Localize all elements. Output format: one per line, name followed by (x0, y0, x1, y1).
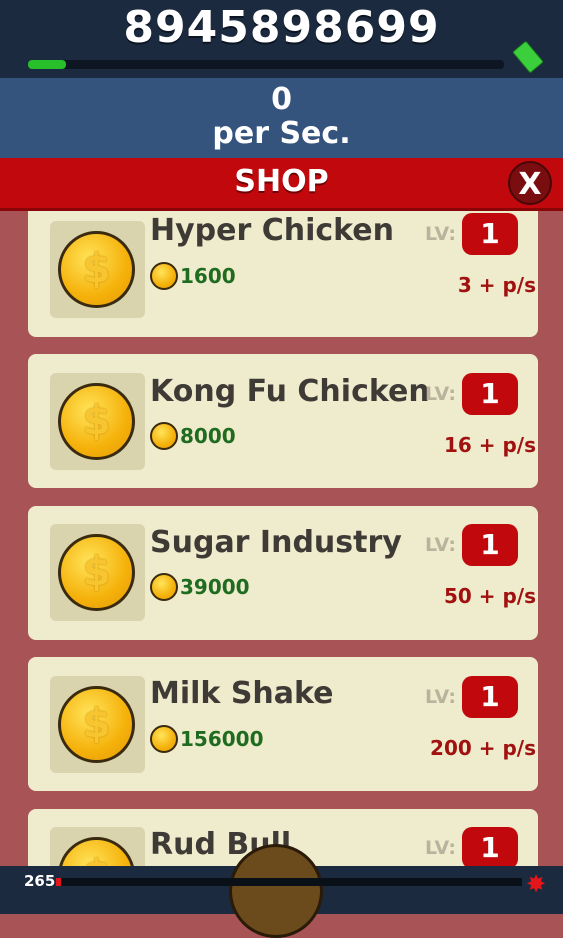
bottom-bar: 265 ✸ (0, 844, 563, 938)
enemy-count: 265 (24, 872, 56, 890)
level-label: LV: (425, 837, 456, 859)
coin-icon: $ (58, 686, 135, 763)
coin-icon (150, 725, 178, 753)
shop-list[interactable]: $ Hyper Chicken 1600 LV: 1 3 + p/s $ Kon… (0, 211, 563, 866)
coin-icon (150, 422, 178, 450)
rate-value: 0 (271, 82, 292, 117)
level-badge[interactable]: 1 (462, 676, 518, 718)
level-badge[interactable]: 1 (462, 524, 518, 566)
coin-icon (150, 262, 178, 290)
money-counter: 8945898699 (123, 2, 440, 53)
coin-icon: $ (58, 534, 135, 611)
item-name: Kong Fu Chicken (150, 374, 430, 409)
rate-panel: 0 per Sec. (0, 78, 563, 158)
shop-item[interactable]: $ Sugar Industry 39000 LV: 1 50 + p/s (28, 506, 538, 640)
shop-item[interactable]: $ Kong Fu Chicken 8000 LV: 1 16 + p/s (28, 354, 538, 488)
coin-icon (150, 573, 178, 601)
item-icon-box: $ (50, 221, 145, 318)
level-label: LV: (425, 223, 456, 245)
item-rate: 50 + p/s (443, 584, 536, 608)
level-badge[interactable]: 1 (462, 213, 518, 255)
shop-header: SHOP X (0, 158, 563, 211)
center-button[interactable] (229, 844, 323, 938)
coin-icon: $ (58, 837, 135, 866)
enemy-progress-fill (56, 878, 61, 886)
item-rate: 16 + p/s (443, 433, 536, 457)
item-name: Hyper Chicken (150, 213, 395, 248)
level-label: LV: (425, 534, 456, 556)
close-button[interactable]: X (508, 161, 552, 205)
item-icon-box: $ (50, 676, 145, 773)
item-icon-box: $ (50, 373, 145, 470)
top-bar: 8945898699 (0, 0, 563, 78)
item-price: 39000 (180, 575, 250, 599)
close-icon: X (518, 167, 542, 202)
rate-label: per Sec. (212, 116, 351, 151)
item-rate: 3 + p/s (457, 273, 536, 297)
enemy-progress-bar (56, 878, 522, 886)
item-icon-box: $ (50, 524, 145, 621)
splat-icon: ✸ (525, 870, 547, 898)
coin-icon: $ (58, 383, 135, 460)
item-icon-box: $ (50, 827, 145, 866)
item-price: 156000 (180, 727, 264, 751)
coin-icon: $ (58, 231, 135, 308)
shop-title: SHOP (234, 164, 329, 199)
money-progress-fill (28, 60, 67, 69)
item-price: 1600 (180, 264, 236, 288)
item-rate: 200 + p/s (430, 736, 536, 760)
item-name: Milk Shake (150, 676, 334, 711)
item-price: 8000 (180, 424, 236, 448)
level-label: LV: (425, 686, 456, 708)
level-badge[interactable]: 1 (462, 827, 518, 866)
shop-item[interactable]: $ Hyper Chicken 1600 LV: 1 3 + p/s (28, 211, 538, 337)
level-label: LV: (425, 383, 456, 405)
level-badge[interactable]: 1 (462, 373, 518, 415)
shop-item[interactable]: $ Milk Shake 156000 LV: 1 200 + p/s (28, 657, 538, 791)
item-name: Sugar Industry (150, 525, 402, 560)
money-progress-bar (28, 60, 504, 69)
